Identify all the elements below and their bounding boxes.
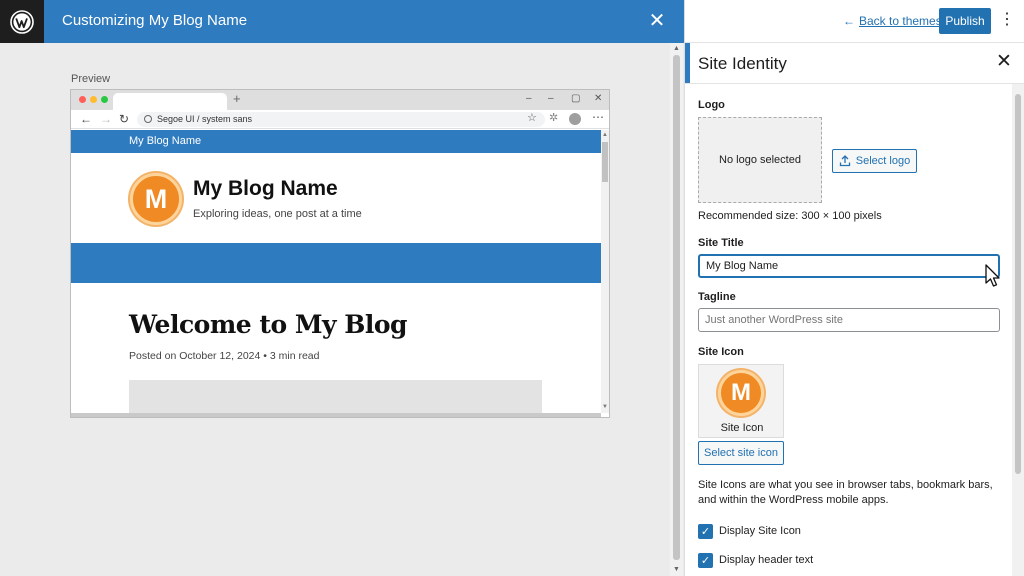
- site-header-band: [71, 243, 601, 283]
- logo-recommended-size: Recommended size: 300 × 100 pixels: [698, 210, 882, 222]
- close-icon[interactable]: ✕: [648, 11, 666, 31]
- back-link-label: Back to themes: [859, 14, 942, 28]
- upload-icon: [839, 155, 850, 167]
- scroll-down-icon[interactable]: ▼: [673, 566, 680, 574]
- site-title-input[interactable]: [698, 254, 1000, 278]
- window-minimize-dot: [90, 96, 97, 103]
- reload-icon[interactable]: ↻: [119, 111, 129, 127]
- address-bar[interactable]: Segoe UI / system sans: [137, 112, 545, 127]
- scrollbar-thumb[interactable]: [1015, 94, 1021, 474]
- site-top-nav: My Blog Name: [71, 130, 601, 153]
- extensions-icon[interactable]: ✲: [549, 111, 558, 124]
- check-icon[interactable]: ✓: [698, 523, 713, 539]
- site-icon-preview[interactable]: M Site Icon: [698, 364, 784, 438]
- close-icon[interactable]: ✕: [996, 52, 1012, 72]
- site-title-label: Site Title: [698, 237, 744, 249]
- site-info-icon: [144, 115, 152, 123]
- logo-placeholder[interactable]: No logo selected: [698, 117, 822, 203]
- site-icon-description: Site Icons are what you see in browser t…: [698, 479, 993, 506]
- site-icon-label: Site Icon: [698, 346, 744, 358]
- display-site-icon-label: Display Site Icon: [719, 525, 801, 537]
- back-to-themes-link[interactable]: ← Back to themes: [843, 14, 942, 28]
- sidebar-topbar: ← Back to themes Publish ⋮: [685, 0, 1024, 43]
- check-icon[interactable]: ✓: [698, 552, 713, 568]
- mouse-pointer-icon: [985, 264, 1000, 287]
- select-logo-label: Select logo: [855, 155, 911, 167]
- logo-placeholder-text: No logo selected: [719, 154, 801, 166]
- window-close-dot: [79, 96, 86, 103]
- display-header-text-label: Display header text: [719, 554, 814, 566]
- site-icon-image: M: [718, 370, 764, 416]
- scrollbar-thumb[interactable]: [673, 55, 680, 560]
- customizer-screen: Customizing My Blog Name ✕ Preview + ‒ ‒…: [0, 0, 1024, 576]
- bookmark-star-icon[interactable]: ☆: [527, 111, 537, 124]
- post-meta: Posted on October 12, 2024 • 3 min read: [129, 350, 320, 362]
- site-name[interactable]: My Blog Name: [193, 177, 338, 201]
- back-arrow-icon: ←: [843, 14, 855, 28]
- preview-pane-scrollbar[interactable]: ▲ ▼: [670, 43, 683, 576]
- browser-tab[interactable]: [113, 93, 227, 110]
- post-featured-image: [129, 380, 542, 413]
- scroll-up-icon[interactable]: ▲: [602, 131, 608, 139]
- tagline-input[interactable]: [698, 308, 1000, 332]
- scrollbar-thumb[interactable]: [602, 142, 608, 182]
- kebab-menu-icon[interactable]: ⋮: [999, 11, 1015, 29]
- browser-preview-frame: + ‒ ‒ ▢ ✕ ← → ↻ Segoe UI / system sans ☆…: [70, 89, 610, 418]
- profile-avatar-icon[interactable]: [569, 113, 581, 125]
- minimize-icon[interactable]: ‒: [526, 93, 532, 105]
- maximize-icon[interactable]: ▢: [571, 93, 580, 105]
- preview-label: Preview: [71, 73, 111, 85]
- customizer-topbar: Customizing My Blog Name ✕: [0, 0, 684, 43]
- post-title[interactable]: Welcome to My Blog: [129, 310, 408, 339]
- scroll-down-icon[interactable]: ▼: [602, 403, 608, 411]
- customizer-sidebar: ← Back to themes Publish ⋮ Site Identity …: [684, 0, 1024, 576]
- select-site-icon-label: Select site icon: [704, 447, 778, 459]
- window-close-icon[interactable]: ✕: [594, 93, 602, 105]
- publish-button[interactable]: Publish: [939, 8, 991, 34]
- site-tagline: Exploring ideas, one post at a time: [193, 208, 362, 220]
- site-preview: My Blog Name M My Blog Name Exploring id…: [71, 130, 601, 413]
- address-text: Segoe UI / system sans: [157, 114, 253, 124]
- site-logo: M: [130, 173, 182, 225]
- back-icon[interactable]: ←: [80, 111, 92, 127]
- preview-horizontal-scrollbar[interactable]: [71, 413, 601, 417]
- forward-icon[interactable]: →: [100, 111, 112, 127]
- display-site-icon-row[interactable]: ✓ Display Site Icon: [698, 523, 801, 539]
- logo-label: Logo: [698, 99, 725, 111]
- tagline-label: Tagline: [698, 291, 736, 303]
- site-icon-letter: M: [731, 379, 751, 406]
- window-maximize-dot: [101, 96, 108, 103]
- wordpress-icon[interactable]: [0, 0, 44, 43]
- select-logo-button[interactable]: Select logo: [832, 149, 917, 173]
- section-title: Site Identity: [698, 54, 787, 73]
- new-tab-icon[interactable]: +: [233, 92, 241, 106]
- preview-pane: Customizing My Blog Name ✕ Preview + ‒ ‒…: [0, 0, 684, 576]
- sidebar-scrollbar[interactable]: [1012, 84, 1024, 576]
- preview-vertical-scrollbar[interactable]: ▲ ▼: [601, 130, 609, 413]
- section-accent-bar: [685, 43, 690, 83]
- select-site-icon-button[interactable]: Select site icon: [698, 441, 784, 465]
- scroll-up-icon[interactable]: ▲: [673, 45, 680, 53]
- display-header-text-row[interactable]: ✓ Display header text: [698, 552, 813, 568]
- customizer-title: Customizing My Blog Name: [62, 12, 248, 29]
- restore-icon[interactable]: ‒: [548, 93, 554, 105]
- browser-tab-strip: + ‒ ‒ ▢ ✕: [71, 90, 609, 110]
- site-logo-letter: M: [144, 183, 168, 214]
- site-nav-title[interactable]: My Blog Name: [129, 135, 201, 147]
- section-header: Site Identity ✕: [685, 43, 1024, 84]
- browser-toolbar: ← → ↻ Segoe UI / system sans ☆ ✲ ⋯: [71, 110, 609, 129]
- site-icon-caption: Site Icon: [720, 422, 764, 434]
- browser-menu-icon[interactable]: ⋯: [592, 110, 604, 124]
